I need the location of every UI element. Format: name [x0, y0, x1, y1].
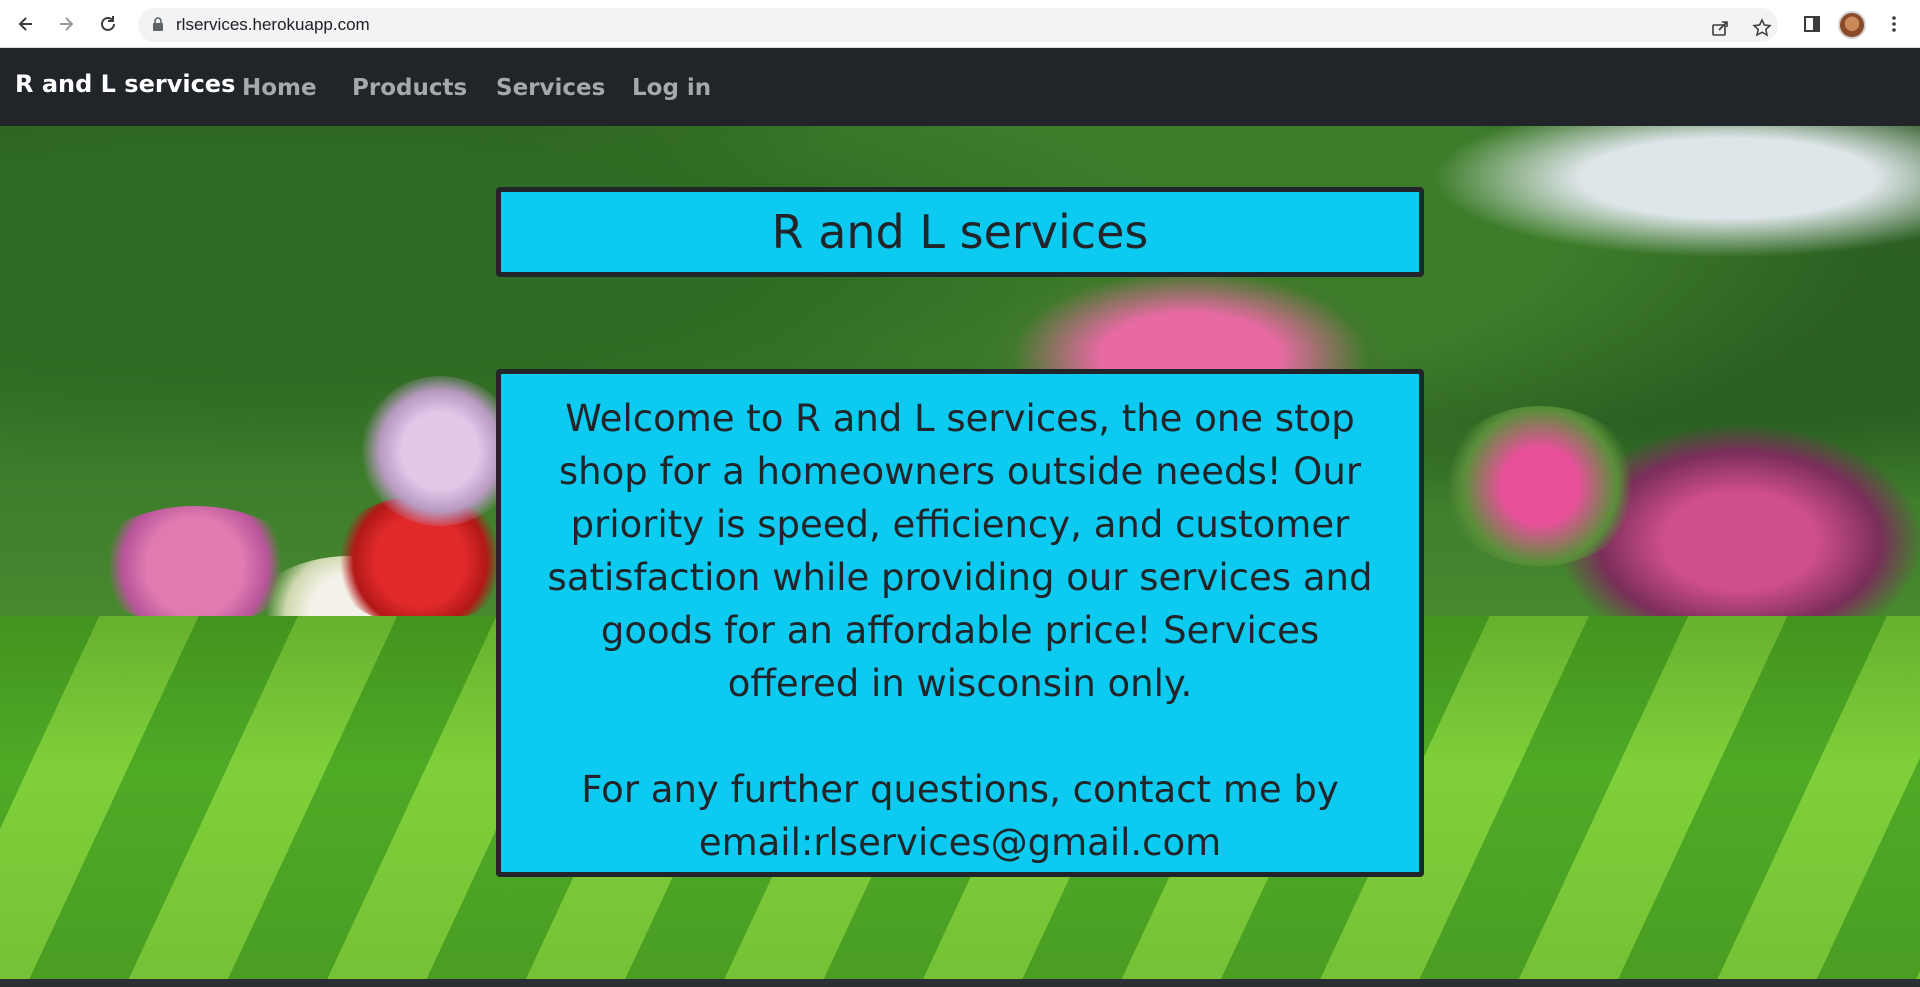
nav-link-services[interactable]: Services	[496, 75, 605, 101]
welcome-info-box: Welcome to R and L services, the one sto…	[496, 369, 1424, 877]
url-text[interactable]: rlservices.herokuapp.com	[176, 15, 370, 35]
navbar-brand[interactable]: R and L services	[15, 70, 235, 98]
forward-icon[interactable]	[52, 10, 80, 38]
site-navbar: R and L services Home Products Services …	[0, 48, 1920, 126]
share-icon[interactable]	[1706, 14, 1734, 42]
welcome-paragraph: Welcome to R and L services, the one sto…	[547, 397, 1373, 705]
nav-link-login[interactable]: Log in	[632, 75, 711, 101]
nav-link-products[interactable]: Products	[352, 75, 467, 101]
side-panel-icon[interactable]	[1798, 10, 1826, 38]
reload-icon[interactable]	[94, 10, 122, 38]
kebab-menu-icon[interactable]	[1880, 10, 1908, 38]
page-footer-edge	[0, 979, 1920, 987]
flower-bush	[1440, 406, 1640, 566]
lock-icon	[153, 17, 163, 31]
browser-toolbar: rlservices.herokuapp.com	[0, 0, 1920, 48]
back-icon[interactable]	[12, 10, 40, 38]
contact-paragraph: For any further questions, contact me by…	[581, 768, 1339, 864]
nav-link-home[interactable]: Home	[242, 75, 317, 101]
star-icon[interactable]	[1748, 14, 1776, 42]
profile-avatar[interactable]	[1838, 11, 1866, 39]
hero-title: R and L services	[771, 205, 1149, 259]
address-bar[interactable]: rlservices.herokuapp.com	[138, 8, 1778, 42]
hero-title-box: R and L services	[496, 187, 1424, 277]
